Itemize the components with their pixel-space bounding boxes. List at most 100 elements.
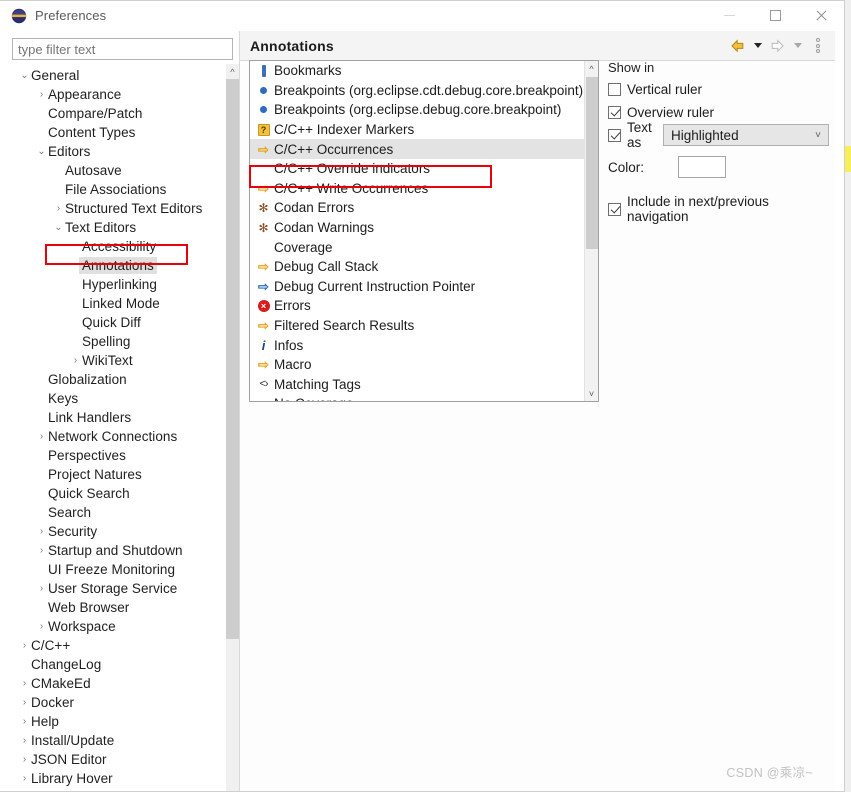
sidebar-item-docker[interactable]: › Docker <box>12 693 233 712</box>
filter-input[interactable] <box>12 38 233 60</box>
back-history-dropdown[interactable] <box>749 36 766 56</box>
sidebar-item-text-editors[interactable]: ⌄ Text Editors <box>12 218 233 237</box>
annotation-type-row[interactable]: Coverage <box>250 237 586 257</box>
chevron-right-icon[interactable]: › <box>52 203 65 214</box>
annotation-type-row[interactable]: ⇨ Filtered Search Results <box>250 316 586 336</box>
annotation-type-row[interactable]: ⇨ Debug Current Instruction Pointer <box>250 277 586 297</box>
chevron-right-icon[interactable]: › <box>18 735 31 746</box>
annotation-type-row[interactable]: ⇨ Macro <box>250 355 586 375</box>
overview-ruler-checkbox[interactable] <box>608 105 621 119</box>
sidebar-item-startup-and-shutdown[interactable]: › Startup and Shutdown <box>12 541 233 560</box>
sidebar-item-install-update[interactable]: › Install/Update <box>12 731 233 750</box>
vertical-ruler-row[interactable]: Vertical ruler <box>608 79 829 99</box>
annotation-type-row[interactable]: ✻ Codan Errors <box>250 198 586 218</box>
sidebar-item-keys[interactable]: Keys <box>12 389 233 408</box>
annotation-type-row[interactable]: ⇨ Debug Call Stack <box>250 257 586 277</box>
annotation-types-listbox[interactable]: Bookmarks Breakpoints (org.eclipse.cdt.de… <box>249 60 599 402</box>
view-menu-button[interactable] <box>809 36 826 56</box>
sidebar-item-linked-mode[interactable]: Linked Mode <box>12 294 233 313</box>
sidebar-item-user-storage-service[interactable]: › User Storage Service <box>12 579 233 598</box>
sidebar-item-search[interactable]: Search <box>12 503 233 522</box>
text-as-row[interactable]: Text as Highlighted ˅ <box>608 120 829 150</box>
sidebar-item-compare-patch[interactable]: Compare/Patch <box>12 104 233 123</box>
sidebar-item-mcu[interactable]: ›MCU <box>12 788 233 791</box>
sidebar-item-annotations[interactable]: Annotations <box>12 256 233 275</box>
sidebar-item-appearance[interactable]: › Appearance <box>12 85 233 104</box>
annotation-type-row[interactable]: Bookmarks <box>250 61 586 81</box>
sidebar-item-perspectives[interactable]: Perspectives <box>12 446 233 465</box>
text-as-select[interactable]: Highlighted ˅ <box>663 124 829 146</box>
chevron-right-icon[interactable]: › <box>18 773 31 784</box>
chevron-right-icon[interactable]: › <box>35 621 48 632</box>
chevron-right-icon[interactable]: › <box>18 640 31 651</box>
back-button[interactable] <box>729 36 746 56</box>
forward-button[interactable] <box>769 36 786 56</box>
sidebar-item-network-connections[interactable]: › Network Connections <box>12 427 233 446</box>
sidebar-item-json-editor[interactable]: › JSON Editor <box>12 750 233 769</box>
sidebar-item-help[interactable]: › Help <box>12 712 233 731</box>
sidebar-item-file-associations[interactable]: File Associations <box>12 180 233 199</box>
chevron-right-icon[interactable]: › <box>35 545 48 556</box>
sidebar-item-cmakeed[interactable]: › CMakeEd <box>12 674 233 693</box>
sidebar-item-link-handlers[interactable]: Link Handlers <box>12 408 233 427</box>
sidebar-item-project-natures[interactable]: Project Natures <box>12 465 233 484</box>
overview-ruler-row[interactable]: Overview ruler <box>608 102 829 122</box>
annotation-type-row[interactable]: C/C++ Override indicators <box>250 159 586 179</box>
chevron-right-icon[interactable]: › <box>18 716 31 727</box>
annotation-type-row[interactable]: ✻ Codan Warnings <box>250 218 586 238</box>
annotation-type-row[interactable]: No Coverage <box>250 394 586 401</box>
sidebar-item-web-browser[interactable]: Web Browser <box>12 598 233 617</box>
sidebar-item-library-hover[interactable]: › Library Hover <box>12 769 233 788</box>
chevron-right-icon[interactable]: › <box>35 89 48 100</box>
chevron-right-icon[interactable]: › <box>18 754 31 765</box>
sidebar-item-quick-search[interactable]: Quick Search <box>12 484 233 503</box>
sidebar-item-changelog[interactable]: ChangeLog <box>12 655 233 674</box>
include-navigation-checkbox[interactable] <box>608 202 621 216</box>
annotation-type-row[interactable]: ? C/C++ Indexer Markers <box>250 120 586 140</box>
annotation-type-row[interactable]: i Infos <box>250 335 586 355</box>
annotation-type-row[interactable]: ⇨ C/C++ Write Occurrences <box>250 179 586 199</box>
text-as-checkbox[interactable] <box>608 128 621 142</box>
scroll-down-icon[interactable]: ˅ <box>585 386 598 401</box>
forward-history-dropdown[interactable] <box>789 36 806 56</box>
sidebar-item-quick-diff[interactable]: Quick Diff <box>12 313 233 332</box>
annotation-list-scrollbar-thumb[interactable] <box>586 77 598 249</box>
chevron-down-icon[interactable]: ⌄ <box>52 222 65 233</box>
color-swatch-button[interactable] <box>678 156 726 178</box>
sidebar-item-content-types[interactable]: Content Types <box>12 123 233 142</box>
sidebar-item-editors[interactable]: ⌄ Editors <box>12 142 233 161</box>
sidebar-item-globalization[interactable]: Globalization <box>12 370 233 389</box>
annotation-list-scrollbar[interactable]: ^ ˅ <box>584 61 598 401</box>
include-navigation-row[interactable]: Include in next/previous navigation <box>608 194 829 224</box>
sidebar-item-workspace[interactable]: › Workspace <box>12 617 233 636</box>
sidebar-item-accessibility[interactable]: Accessibility <box>12 237 233 256</box>
annotation-type-row[interactable]: <› Matching Tags <box>250 375 586 395</box>
sidebar-item-wikitext[interactable]: › WikiText <box>12 351 233 370</box>
chevron-right-icon[interactable]: › <box>18 697 31 708</box>
maximize-button[interactable] <box>752 1 798 31</box>
sidebar-item-c-c[interactable]: › C/C++ <box>12 636 233 655</box>
sidebar-item-autosave[interactable]: Autosave <box>12 161 233 180</box>
annotation-type-row[interactable]: Breakpoints (org.eclipse.cdt.debug.core.… <box>250 81 586 101</box>
chevron-right-icon[interactable]: › <box>35 526 48 537</box>
sidebar-item-structured-text-editors[interactable]: › Structured Text Editors <box>12 199 233 218</box>
annotation-type-row[interactable]: ⇨ C/C++ Occurrences <box>250 139 586 159</box>
sidebar-item-ui-freeze-monitoring[interactable]: UI Freeze Monitoring <box>12 560 233 579</box>
annotation-type-row[interactable]: Breakpoints (org.eclipse.debug.core.brea… <box>250 100 586 120</box>
chevron-right-icon[interactable]: › <box>69 355 82 366</box>
sidebar-item-spelling[interactable]: Spelling <box>12 332 233 351</box>
chevron-right-icon[interactable]: › <box>18 678 31 689</box>
sidebar-item-general[interactable]: ⌄ General <box>12 66 233 85</box>
minimize-button[interactable] <box>706 1 752 31</box>
chevron-right-icon[interactable]: › <box>35 431 48 442</box>
sidebar-item-hyperlinking[interactable]: Hyperlinking <box>12 275 233 294</box>
chevron-down-icon[interactable]: ⌄ <box>35 146 48 157</box>
tree-scrollbar-thumb[interactable] <box>226 79 239 639</box>
scroll-up-icon[interactable]: ^ <box>585 61 598 76</box>
tree-scrollbar[interactable]: ^ <box>226 64 239 791</box>
scroll-up-icon[interactable]: ^ <box>226 64 239 79</box>
sidebar-item-security[interactable]: › Security <box>12 522 233 541</box>
vertical-ruler-checkbox[interactable] <box>608 82 621 96</box>
annotation-type-row[interactable]: × Errors <box>250 296 586 316</box>
close-button[interactable] <box>798 1 844 31</box>
